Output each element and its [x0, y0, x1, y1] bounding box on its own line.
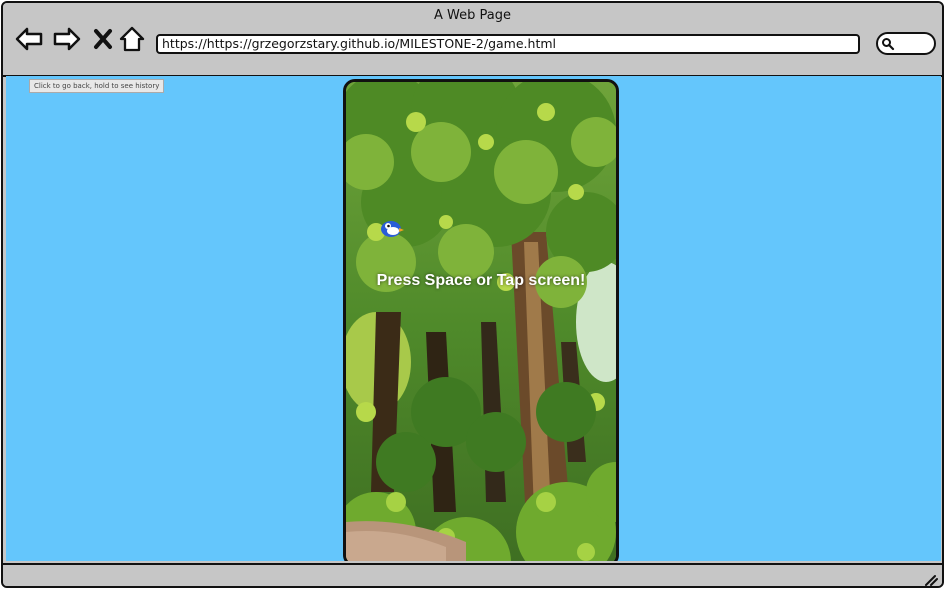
- back-arrow-icon: [15, 27, 43, 51]
- stop-button[interactable]: [89, 25, 117, 53]
- home-button[interactable]: [118, 25, 146, 53]
- start-prompt: Press Space or Tap screen!: [376, 272, 586, 289]
- status-bar: [3, 563, 942, 586]
- browser-window: A Web Page https://https://grzegorzstary…: [1, 1, 944, 588]
- back-button[interactable]: [15, 25, 43, 53]
- bird-sprite: [381, 221, 404, 237]
- game-canvas[interactable]: Press Space or Tap screen!: [343, 79, 619, 561]
- resize-grip-icon[interactable]: [924, 574, 938, 586]
- forest-background: [346, 82, 616, 561]
- search-icon: [882, 38, 895, 51]
- home-icon: [119, 26, 145, 52]
- address-bar[interactable]: https://https://grzegorzstary.github.io/…: [156, 34, 860, 54]
- search-field[interactable]: [876, 32, 936, 55]
- page-viewport: Click to go back, hold to see history Pr…: [6, 76, 941, 561]
- forward-button[interactable]: [53, 25, 81, 53]
- window-title: A Web Page: [434, 8, 511, 23]
- forward-arrow-icon: [53, 27, 81, 51]
- browser-toolbar: A Web Page https://https://grzegorzstary…: [3, 3, 942, 77]
- back-tooltip: Click to go back, hold to see history: [29, 79, 165, 93]
- close-x-icon: [94, 29, 112, 49]
